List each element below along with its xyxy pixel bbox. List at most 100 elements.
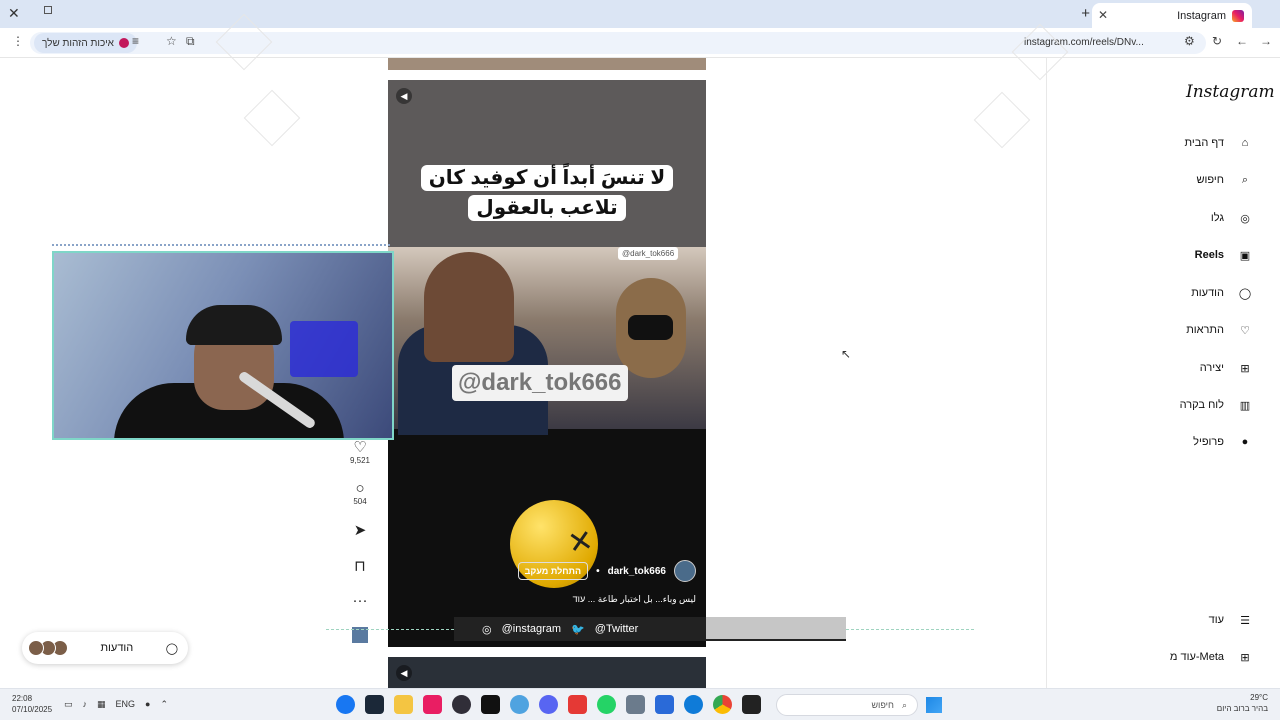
- more-dots-icon[interactable]: ···: [346, 592, 374, 609]
- nav-item-2[interactable]: גלו ◎: [1114, 203, 1254, 233]
- messenger-icon: ◯: [1238, 287, 1252, 300]
- tiktok-icon[interactable]: [481, 695, 500, 714]
- message-avatars: [28, 640, 69, 656]
- nav-item-6[interactable]: יצירה ⊞: [1114, 353, 1254, 383]
- reel-description[interactable]: ليس وباء... بل اختبار طاعة ... עוד: [573, 594, 696, 605]
- system-tray[interactable]: ▭ ♪ ▦ ENG ● ⌃: [64, 699, 168, 710]
- previous-reel[interactable]: [388, 58, 706, 70]
- profile-dot-icon: [118, 38, 129, 48]
- separator-dot: •: [596, 565, 600, 577]
- comment-icon[interactable]: ○: [346, 480, 374, 497]
- nav-item-5[interactable]: התראות ♡: [1114, 315, 1254, 345]
- nav-more-label: עוד: [1208, 614, 1224, 626]
- browser-tab-instagram[interactable]: Instagram ✕: [1092, 3, 1252, 28]
- save-action[interactable]: ⊓: [346, 557, 374, 575]
- clock[interactable]: 22:08 07/10/2025: [12, 693, 52, 715]
- close-tab-icon[interactable]: ✕: [1098, 8, 1108, 22]
- nav-meta-label: עוד מ-Meta: [1169, 651, 1224, 663]
- language-indicator[interactable]: ENG: [116, 699, 136, 710]
- calculator-icon[interactable]: [626, 695, 645, 714]
- nav-item-3[interactable]: Reels ▣: [1114, 240, 1254, 270]
- next-reel[interactable]: ◀: [388, 657, 706, 688]
- overlay-diamond-star: [243, 89, 301, 147]
- network-icon[interactable]: ▦: [97, 699, 106, 710]
- author-name[interactable]: dark_tok666: [608, 566, 666, 577]
- messages-pill[interactable]: ◯ הודעות: [22, 632, 188, 664]
- mouse-cursor-icon: ↖: [841, 347, 852, 361]
- comment-action[interactable]: ○ 504: [346, 480, 374, 506]
- follow-button[interactable]: התחלת מעקב: [517, 562, 589, 580]
- chevron-up-icon[interactable]: ⌃: [160, 699, 168, 710]
- nav-label: גלו: [1210, 212, 1224, 224]
- tune-icon[interactable]: ⚙: [1184, 34, 1195, 48]
- new-tab-button[interactable]: +: [1081, 5, 1090, 22]
- close-window-icon[interactable]: ✕: [8, 5, 20, 22]
- profile-chip[interactable]: איכות הזהות שלך: [34, 33, 137, 53]
- facebook-icon[interactable]: [336, 695, 355, 714]
- send-icon[interactable]: ➤: [346, 521, 374, 539]
- app-icon[interactable]: [510, 695, 529, 714]
- reel-video[interactable]: ◀ لا تنسَ أبداً أن كوفيد كان تلاعب بالعق…: [388, 80, 706, 647]
- cam-top-line: [52, 244, 390, 246]
- reel-caption: لا تنسَ أبداً أن كوفيد كان تلاعب بالعقول: [402, 163, 692, 223]
- search-icon: ⌕: [1241, 173, 1249, 186]
- reload-icon[interactable]: ↻: [1212, 34, 1222, 48]
- cam-monitor: [290, 321, 358, 377]
- forward-icon[interactable]: ←: [1236, 34, 1248, 48]
- share-action[interactable]: ➤: [346, 521, 374, 539]
- tiktok-live-icon[interactable]: [423, 695, 442, 714]
- like-count: 9,521: [349, 456, 371, 465]
- menu-dots-icon[interactable]: ⋮: [12, 34, 24, 48]
- mic-icon[interactable]: ●: [145, 699, 150, 710]
- bookmark-star-icon[interactable]: ☆: [166, 34, 177, 48]
- reading-mode-icon[interactable]: ≡: [132, 34, 139, 48]
- chrome-icon[interactable]: [713, 695, 732, 714]
- window-restore-icon[interactable]: [44, 6, 52, 14]
- taskbar-apps: [336, 695, 761, 714]
- back-icon[interactable]: →: [1260, 34, 1272, 48]
- twitter-social-icon: 🐦: [571, 623, 585, 636]
- next-speaker-icon[interactable]: ◀: [396, 665, 412, 681]
- whatsapp-icon[interactable]: [597, 695, 616, 714]
- heart-icon[interactable]: ♡: [346, 438, 374, 456]
- nav-item-4[interactable]: הודעות ◯: [1114, 278, 1254, 308]
- webcam-overlay: [52, 251, 394, 440]
- instagram-social-icon: ◎: [482, 623, 492, 636]
- bookmark-icon[interactable]: ⊓: [346, 557, 374, 575]
- nav-item-1[interactable]: חיפוש ⌕: [1114, 165, 1254, 195]
- weather-widget[interactable]: 29°C בהיר ברוב היום: [1217, 692, 1268, 714]
- steam-icon[interactable]: [365, 695, 384, 714]
- volume-icon[interactable]: ♪: [83, 699, 88, 710]
- taskbar-search[interactable]: חיפוש ⌕: [776, 694, 918, 716]
- store-icon[interactable]: [655, 695, 674, 714]
- edge-icon[interactable]: [684, 695, 703, 714]
- battery-icon[interactable]: ▭: [64, 699, 73, 710]
- instagram-logo[interactable]: Instagram: [1186, 82, 1275, 102]
- messenger-pill-icon: ◯: [165, 642, 178, 655]
- screen: ✕ + Instagram ✕ איכות הזהות שלך instagra…: [0, 0, 1280, 720]
- terminal-icon[interactable]: [742, 695, 761, 714]
- instagram-favicon-icon: [1232, 9, 1244, 22]
- nav-more[interactable]: עוד ☰: [1114, 605, 1254, 635]
- speaker-icon[interactable]: ◀: [396, 88, 412, 104]
- messages-label: הודעות: [100, 642, 134, 654]
- obs-icon[interactable]: [452, 695, 471, 714]
- nav-label: לוח בקרה: [1179, 399, 1224, 411]
- nav-item-8[interactable]: פרופיל ●: [1114, 427, 1254, 457]
- acrobat-icon[interactable]: [568, 695, 587, 714]
- windows-start-icon[interactable]: [926, 697, 942, 713]
- nav-meta[interactable]: עוד מ-Meta ⊞: [1114, 642, 1254, 672]
- folder-icon[interactable]: [394, 695, 413, 714]
- social-bar-fade: [706, 617, 846, 639]
- reel-author[interactable]: dark_tok666 • התחלת מעקב: [517, 560, 696, 582]
- author-avatar[interactable]: [674, 560, 696, 582]
- taskbar-search-label: חיפוש: [871, 700, 894, 710]
- nav-item-7[interactable]: לוח בקרה ▥: [1114, 390, 1254, 420]
- cast-icon[interactable]: ⧉: [186, 34, 195, 49]
- more-action[interactable]: ···: [346, 592, 374, 609]
- watermark-big: @dark_tok666: [452, 365, 628, 401]
- nav-label: פרופיל: [1193, 436, 1224, 448]
- nav-item-0[interactable]: דף הבית ⌂: [1114, 128, 1254, 158]
- like-action[interactable]: ♡ 9,521: [346, 438, 374, 465]
- discord-icon[interactable]: [539, 695, 558, 714]
